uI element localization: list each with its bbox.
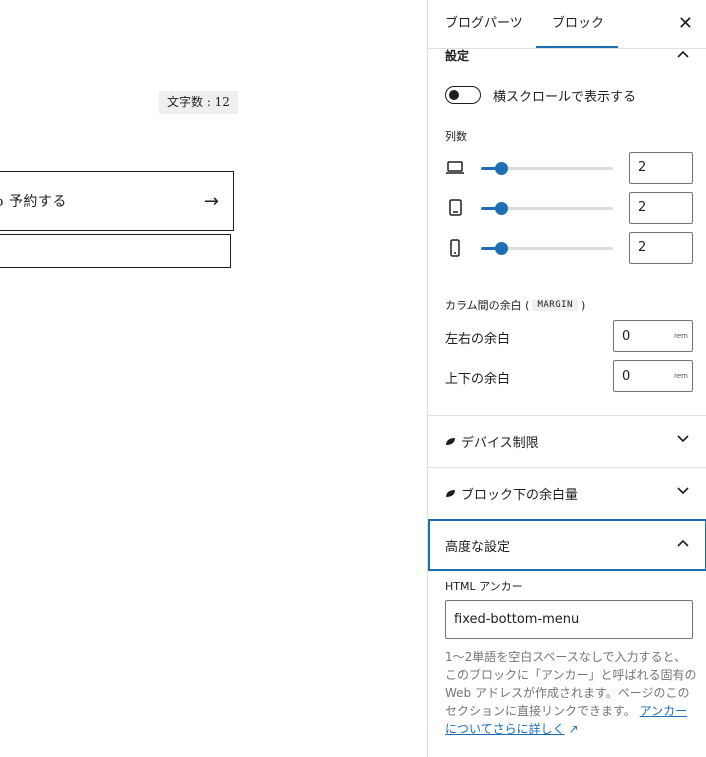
horizontal-margin-row: 左右の余白 0 rem <box>445 320 695 352</box>
char-count-badge: 文字数 : 12 <box>159 91 238 114</box>
column-gap-title: カラム間の余白 ( MARGIN ) <box>445 297 585 313</box>
panel-bottom-margin[interactable]: ブロック下の余白量 <box>428 467 706 519</box>
panel-title: 高度な設定 <box>445 536 510 555</box>
columns-slider-tablet: 2 <box>445 192 695 224</box>
slider-thumb[interactable] <box>494 162 508 175</box>
leaf-icon <box>446 438 455 445</box>
sidebar-tabs: ブログパーツ ブロック ✕ <box>428 0 706 49</box>
html-anchor-help: 1〜2単語を空白スペースなしで入力すると、このブロックに「アンカー」と呼ばれる固… <box>445 648 697 738</box>
horizontal-scroll-toggle[interactable] <box>445 86 481 104</box>
editor-canvas: 文字数 : 12 o 予約する → <box>0 0 427 757</box>
active-tab-indicator <box>536 46 618 48</box>
horizontal-margin-input[interactable]: 0 rem <box>613 320 693 352</box>
panel-title-text: デバイス制限 <box>461 436 539 451</box>
chevron-up-icon <box>677 536 689 550</box>
panel-title: ブロック下の余白量 <box>445 484 578 503</box>
html-anchor-input[interactable]: fixed-bottom-menu <box>445 600 693 639</box>
slider-track[interactable] <box>481 242 613 255</box>
slider-thumb[interactable] <box>494 202 508 215</box>
mobile-icon <box>445 238 465 258</box>
close-icon[interactable]: ✕ <box>678 14 693 34</box>
vertical-margin-value: 0 <box>622 369 631 384</box>
column-gap-title-suffix: ) <box>580 298 586 312</box>
settings-sidebar: ブログパーツ ブロック ✕ 設定 横スクロールで表示する 列数 2 2 2 カラ… <box>427 0 706 757</box>
columns-input-laptop[interactable]: 2 <box>629 152 693 184</box>
tablet-icon <box>445 198 465 218</box>
external-link-icon[interactable]: ↗ <box>568 722 578 736</box>
vertical-margin-input[interactable]: 0 rem <box>613 360 693 392</box>
reserve-button-label: o 予約する <box>0 194 67 210</box>
html-anchor-label: HTML アンカー <box>445 580 523 593</box>
horizontal-margin-unit[interactable]: rem <box>674 332 688 340</box>
vertical-margin-label: 上下の余白 <box>445 372 511 387</box>
columns-slider-laptop: 2 <box>445 152 695 184</box>
leaf-icon <box>446 490 455 497</box>
toggle-knob <box>449 90 459 100</box>
horizontal-margin-value: 0 <box>622 329 631 344</box>
tab-blog-parts[interactable]: ブログパーツ <box>445 0 523 48</box>
settings-section-header[interactable]: 設定 <box>428 49 706 63</box>
reserve-button-block[interactable]: o 予約する → <box>0 171 234 231</box>
arrow-right-icon: → <box>203 190 219 212</box>
columns-slider-mobile: 2 <box>445 232 695 264</box>
panel-advanced[interactable]: 高度な設定 <box>428 519 706 571</box>
empty-block[interactable] <box>0 234 231 268</box>
slider-track[interactable] <box>481 162 613 175</box>
vertical-margin-unit[interactable]: rem <box>674 372 688 380</box>
horizontal-scroll-toggle-row: 横スクロールで表示する <box>445 85 636 105</box>
panel-title: デバイス制限 <box>445 432 539 451</box>
columns-input-tablet[interactable]: 2 <box>629 192 693 224</box>
section-title: 設定 <box>445 49 470 63</box>
panel-title-text: 高度な設定 <box>445 540 511 555</box>
panel-device-restriction[interactable]: デバイス制限 <box>428 415 706 467</box>
horizontal-margin-label: 左右の余白 <box>445 332 511 347</box>
columns-input-mobile[interactable]: 2 <box>629 232 693 264</box>
margin-code: MARGIN <box>532 299 578 311</box>
panel-title-text: ブロック下の余白量 <box>461 488 579 503</box>
vertical-margin-row: 上下の余白 0 rem <box>445 360 695 392</box>
chevron-down-icon <box>677 484 689 498</box>
tab-block[interactable]: ブロック <box>552 0 604 48</box>
chevron-down-icon <box>677 432 689 446</box>
columns-label: 列数 <box>445 130 467 143</box>
column-gap-title-prefix: カラム間の余白 ( <box>445 299 530 312</box>
laptop-icon <box>445 158 465 178</box>
toggle-label: 横スクロールで表示する <box>493 89 637 105</box>
slider-thumb[interactable] <box>494 242 508 255</box>
chevron-up-icon <box>677 47 689 61</box>
slider-track[interactable] <box>481 202 613 215</box>
